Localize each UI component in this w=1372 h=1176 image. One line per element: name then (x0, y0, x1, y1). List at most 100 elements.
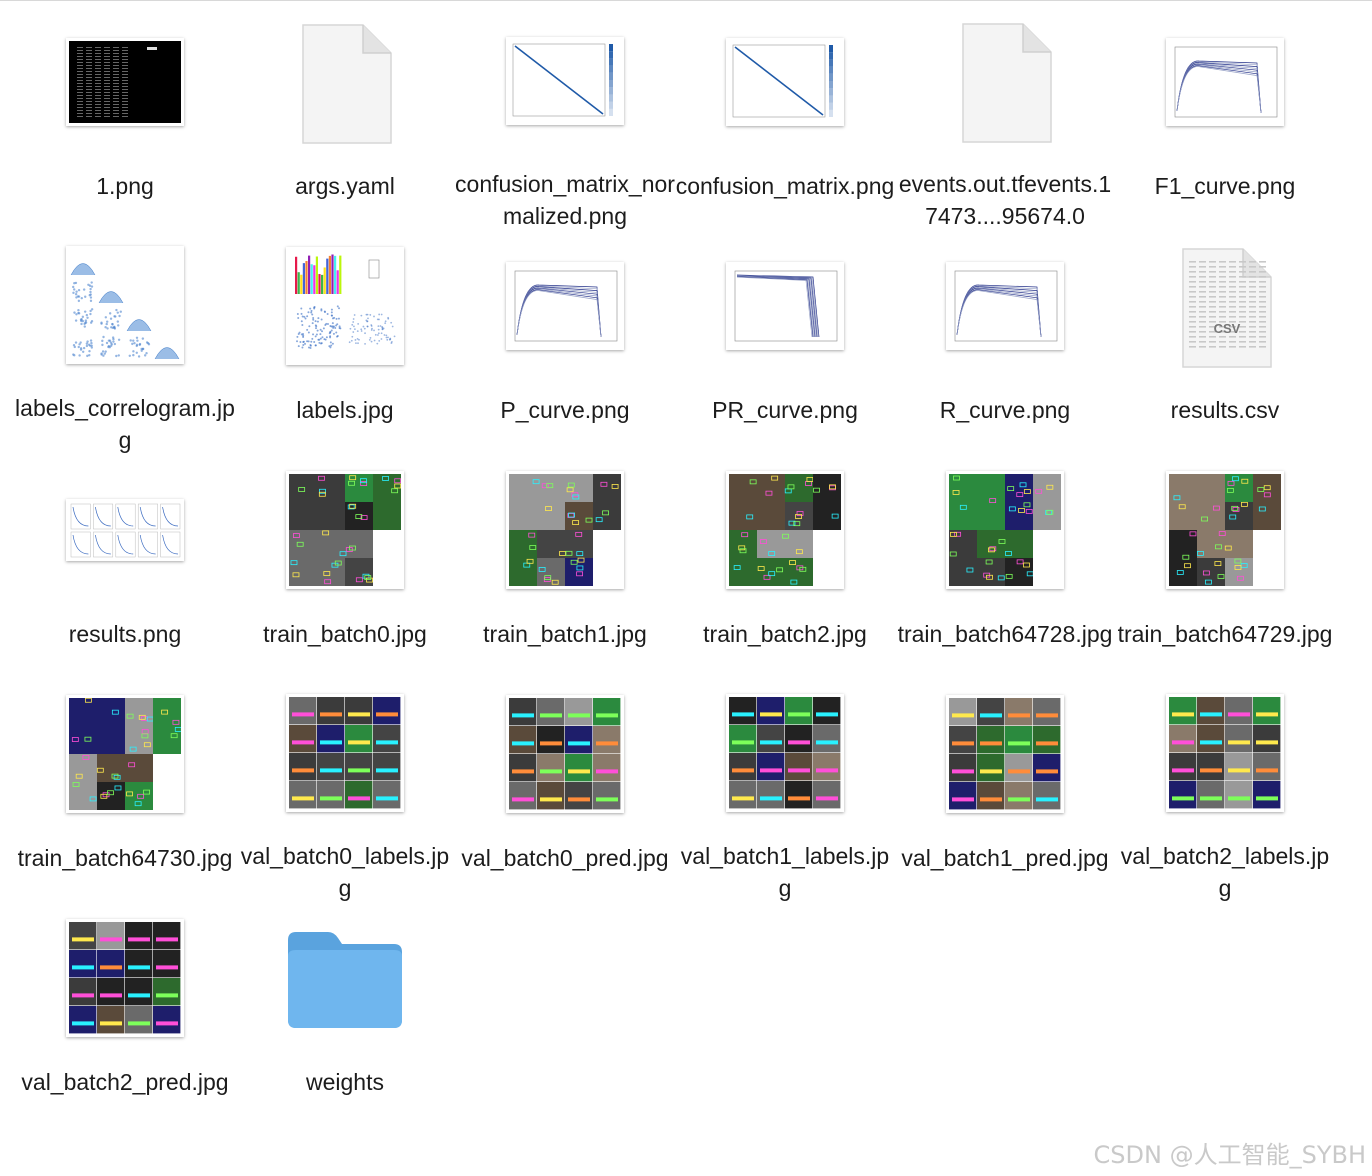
file-name-label: train_batch64730.jpg (17, 845, 233, 871)
file-name-label: results.png (68, 621, 182, 647)
thumbnail-area (235, 680, 455, 826)
thumbnail-area (455, 8, 675, 154)
file-item[interactable]: val_batch2_pred.jpg (15, 904, 235, 1128)
file-item[interactable]: val_batch0_labels.jpg (235, 680, 455, 904)
file-name-label: val_batch1_pred.jpg (901, 845, 1109, 871)
thumbnail-area (1115, 456, 1335, 604)
file-item[interactable]: train_batch64730.jpg (15, 680, 235, 904)
image-thumbnail (946, 695, 1064, 813)
image-thumbnail (726, 694, 844, 812)
folder-item[interactable]: weights (235, 904, 455, 1128)
file-name-label: F1_curve.png (1154, 173, 1296, 199)
file-item[interactable]: val_batch1_labels.jpg (675, 680, 895, 904)
thumbnail-area (895, 456, 1115, 604)
file-item[interactable]: F1_curve.png (1115, 8, 1335, 232)
image-thumbnail (506, 695, 624, 813)
image-thumbnail (66, 246, 184, 364)
plot-thumbnail (726, 262, 844, 350)
image-thumbnail (286, 694, 404, 812)
thumbnail-area (455, 232, 675, 380)
file-name-label: confusion_matrix.png (675, 173, 895, 199)
thumbnail-area (1115, 8, 1335, 156)
thumbnail-area (675, 8, 895, 156)
thumbnail-area (15, 232, 235, 378)
file-name-label: val_batch1_labels.jpg (680, 843, 890, 901)
file-item[interactable]: train_batch64728.jpg (895, 456, 1115, 680)
csv-file-icon: CSV (1181, 247, 1272, 368)
file-name-label: PR_curve.png (712, 397, 858, 423)
file-name-label: val_batch0_pred.jpg (461, 845, 669, 871)
thumbnail-area: CSV (1115, 232, 1335, 380)
file-name-label: labels.jpg (296, 397, 394, 423)
file-name-label: P_curve.png (500, 397, 630, 423)
file-name-label: confusion_matrix_normalized.png (455, 171, 675, 229)
file-item[interactable]: CSV results.csv (1115, 232, 1335, 456)
file-name-label: train_batch0.jpg (263, 621, 427, 647)
file-name-label: R_curve.png (939, 397, 1071, 423)
thumbnail-area (895, 8, 1115, 154)
file-name-label: train_batch2.jpg (703, 621, 867, 647)
plot-thumbnail (506, 37, 624, 125)
terminal-screenshot-thumbnail (66, 38, 184, 126)
image-thumbnail (506, 471, 624, 589)
file-item[interactable]: P_curve.png (455, 232, 675, 456)
file-item[interactable]: confusion_matrix_normalized.png (455, 8, 675, 232)
file-name-label: val_batch2_pred.jpg (21, 1069, 229, 1095)
image-thumbnail (286, 471, 404, 589)
thumbnail-area (15, 8, 235, 156)
image-thumbnail (1166, 471, 1284, 589)
window-top-border (0, 0, 1372, 1)
file-item[interactable]: 1.png (15, 8, 235, 232)
image-thumbnail (1166, 694, 1284, 812)
file-item[interactable]: labels_correlogram.jpg (15, 232, 235, 456)
file-name-label: args.yaml (295, 173, 395, 199)
file-item[interactable]: train_batch0.jpg (235, 456, 455, 680)
file-name-label: train_batch1.jpg (483, 621, 647, 647)
file-item[interactable]: train_batch64729.jpg (1115, 456, 1335, 680)
file-name-label: weights (306, 1069, 384, 1095)
file-name-label: val_batch2_labels.jpg (1120, 843, 1330, 901)
thumbnail-area (235, 904, 455, 1052)
thumbnail-area (895, 680, 1115, 828)
file-item[interactable]: args.yaml (235, 8, 455, 232)
image-thumbnail (946, 471, 1064, 589)
document-icon (961, 22, 1052, 143)
file-name-label: train_batch64729.jpg (1117, 621, 1333, 647)
file-name-label: events.out.tfevents.17473....95674.0 (898, 171, 1112, 229)
file-item[interactable]: R_curve.png (895, 232, 1115, 456)
file-name-label: results.csv (1170, 397, 1280, 423)
file-item[interactable]: labels.jpg (235, 232, 455, 456)
thumbnail-area (15, 456, 235, 604)
thumbnail-area (235, 456, 455, 604)
file-item[interactable]: train_batch1.jpg (455, 456, 675, 680)
file-item[interactable]: confusion_matrix.png (675, 8, 895, 232)
thumbnail-area (235, 8, 455, 156)
file-item[interactable]: events.out.tfevents.17473....95674.0 (895, 8, 1115, 232)
file-name-label: 1.png (96, 173, 154, 199)
thumbnail-area (1115, 680, 1335, 826)
file-item[interactable]: val_batch2_labels.jpg (1115, 680, 1335, 904)
thumbnail-area (895, 232, 1115, 380)
image-thumbnail (66, 919, 184, 1037)
plot-thumbnail (726, 38, 844, 126)
thumbnail-area (675, 232, 895, 380)
file-item[interactable]: train_batch2.jpg (675, 456, 895, 680)
watermark: CSDN @人工智能_SYBH (1093, 1141, 1366, 1169)
results-plot-thumbnail (66, 499, 184, 561)
plot-thumbnail (946, 262, 1064, 350)
thumbnail-area (675, 456, 895, 604)
file-name-label: train_batch64728.jpg (897, 621, 1113, 647)
file-item[interactable]: val_batch0_pred.jpg (455, 680, 675, 904)
file-item[interactable]: PR_curve.png (675, 232, 895, 456)
thumbnail-area (455, 456, 675, 604)
document-icon (301, 23, 392, 144)
csv-badge: CSV (1214, 321, 1241, 336)
folder-icon (288, 932, 402, 1028)
image-thumbnail (286, 247, 404, 365)
thumbnail-area (15, 680, 235, 828)
thumbnail-area (675, 680, 895, 826)
plot-thumbnail (506, 262, 624, 350)
file-item[interactable]: val_batch1_pred.jpg (895, 680, 1115, 904)
thumbnail-area (235, 232, 455, 380)
file-item[interactable]: results.png (15, 456, 235, 680)
